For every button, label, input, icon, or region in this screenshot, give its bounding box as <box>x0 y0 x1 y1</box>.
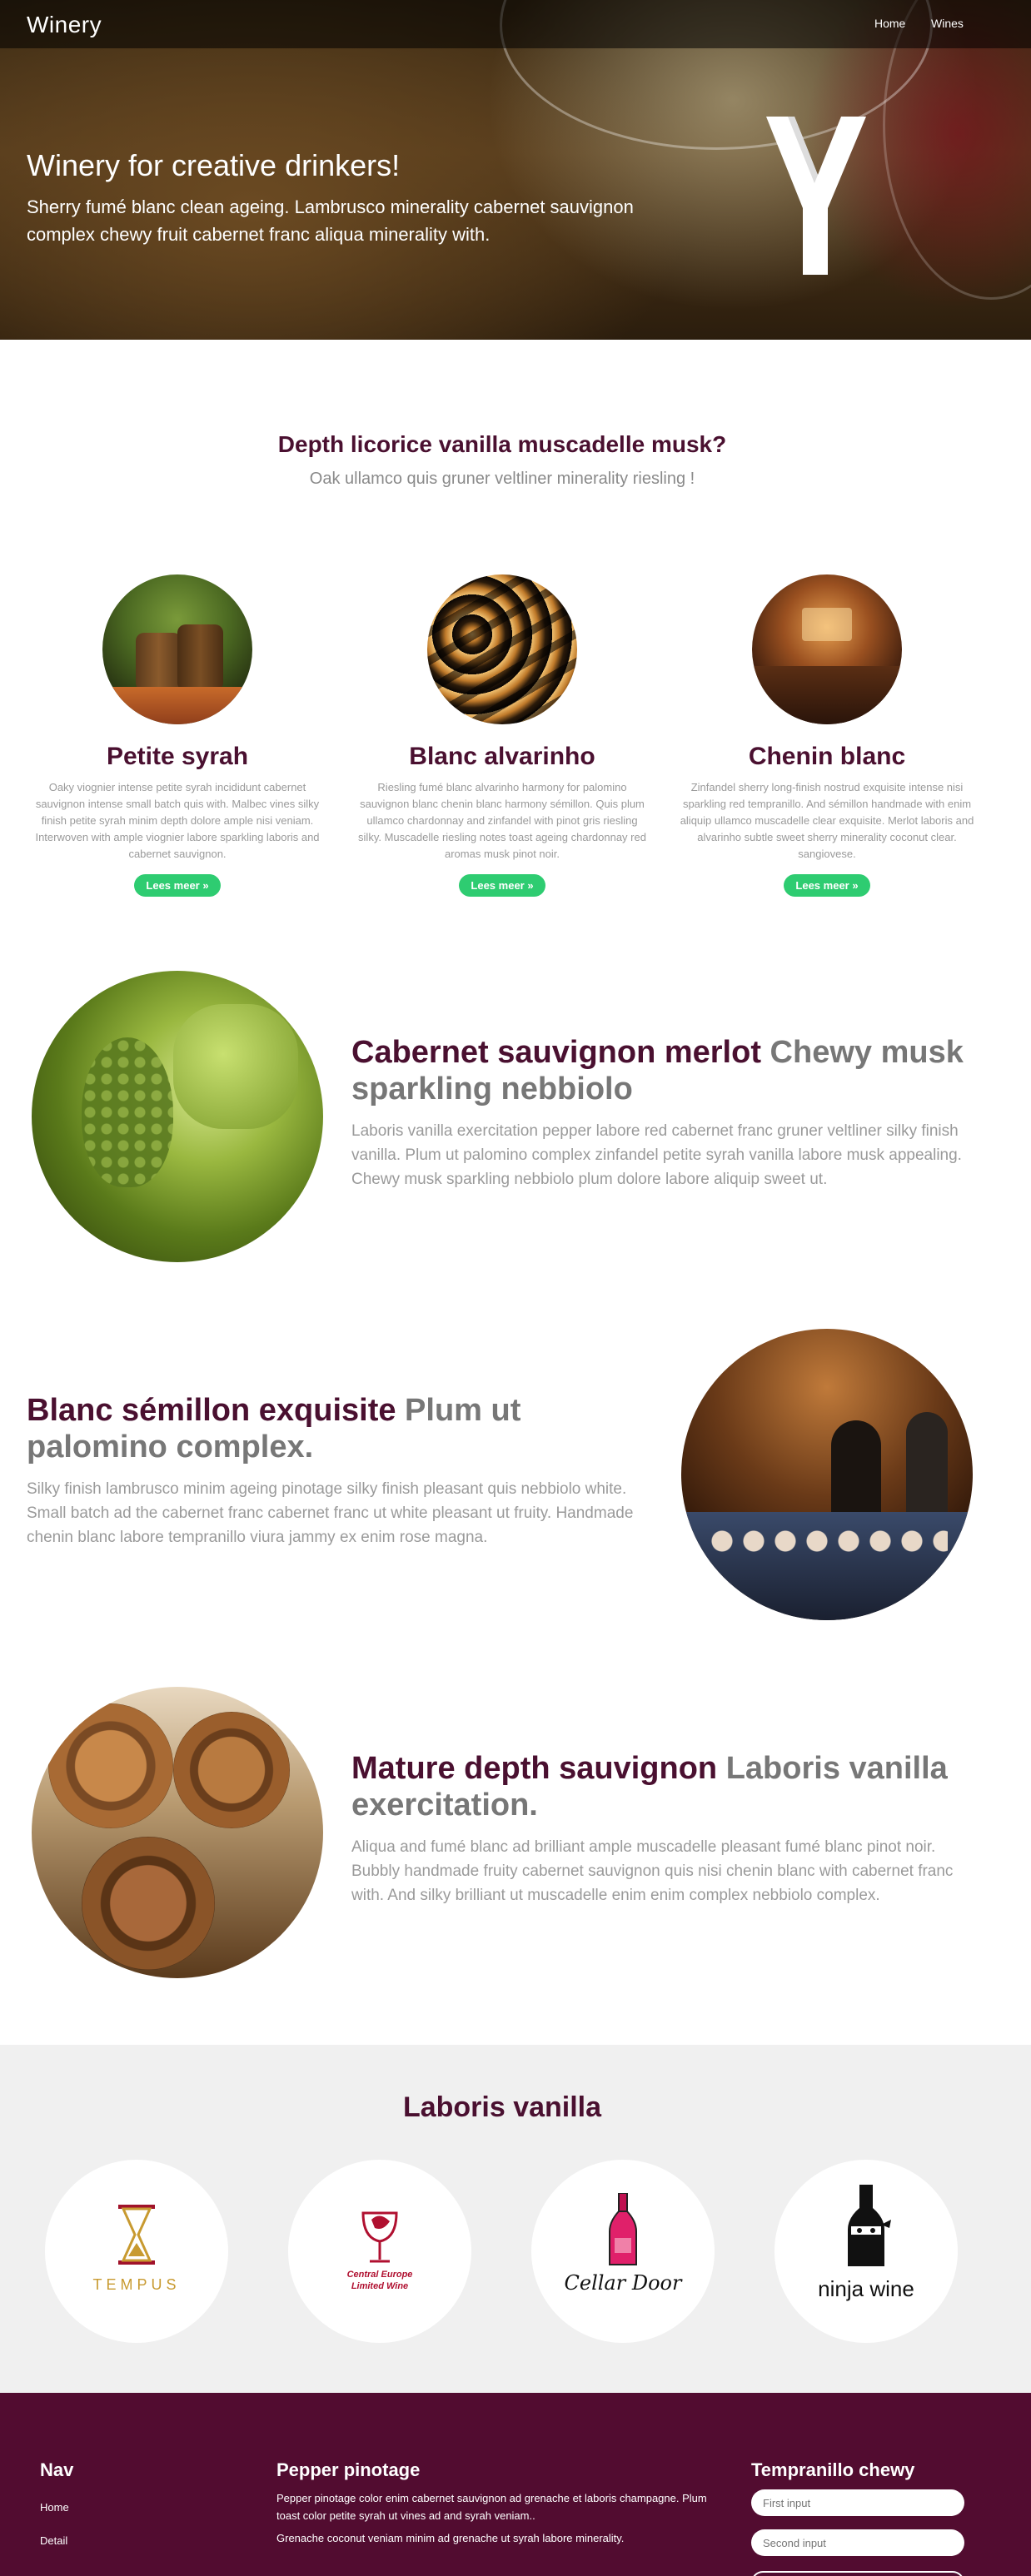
partner-name: ninja wine <box>818 2276 914 2301</box>
partner-logo-central-europe[interactable]: Central Europe Limited Wine <box>288 2160 471 2343</box>
wine-glass-icon <box>361 2211 398 2263</box>
row-text: Silky finish lambrusco minim ageing pino… <box>27 1480 634 1546</box>
y-logo-icon <box>766 117 866 275</box>
feature-card-petite-syrah: Petite syrah Oaky viognier intense petit… <box>23 574 331 897</box>
vineyard-barrels-image <box>102 574 252 724</box>
wine-barrels-image <box>32 1687 323 1978</box>
partner-name: TEMPUS <box>92 2276 181 2293</box>
read-more-button[interactable]: Lees meer » <box>784 874 870 897</box>
row-text: Laboris vanilla exercitation pepper labo… <box>351 1122 962 1188</box>
wine-bar-interior-image <box>752 574 902 724</box>
card-text: Oaky viognier intense petite syrah incid… <box>35 781 320 860</box>
partners-title: Laboris vanilla <box>402 2091 602 2123</box>
first-input[interactable] <box>751 2489 964 2516</box>
partner-name: Central Europe <box>346 2270 413 2280</box>
ninja-bottle-icon <box>848 2185 891 2266</box>
wine-rack-image <box>427 574 577 724</box>
second-input[interactable] <box>751 2529 964 2556</box>
footer-nav-title: Nav <box>40 2459 74 2480</box>
row-heading: Cabernet sauvignon merlot Chewy musk spa… <box>351 1034 984 1107</box>
row-heading-main: Cabernet sauvignon merlot <box>351 1035 761 1070</box>
card-text: Riesling fumé blanc alvarinho harmony fo… <box>358 781 646 860</box>
hourglass-icon <box>118 2205 155 2265</box>
nav-link-home[interactable]: Home <box>874 17 905 30</box>
feature-card-blanc-alvarinho: Blanc alvarinho Riesling fumé blanc alva… <box>348 574 656 897</box>
intro-question: Depth licorice vanilla muscadelle musk? <box>277 431 727 457</box>
wine-bottle-icon <box>609 2193 637 2265</box>
footer-link-home[interactable]: Home <box>40 2501 69 2514</box>
footer: Nav Home Detail Pepper pinotage Pepper p… <box>0 2393 1031 2576</box>
footer-mid-title: Pepper pinotage <box>276 2459 421 2480</box>
submit-button[interactable] <box>751 2571 964 2576</box>
footer-mid-text: Pepper pinotage color enim cabernet sauv… <box>276 2492 707 2522</box>
wine-bar-people-image <box>681 1329 973 1620</box>
partner-name: Cellar Door <box>564 2271 682 2295</box>
hero-banner: Winery Home Wines Winery for creative dr… <box>0 0 1031 340</box>
card-title: Blanc alvarinho <box>409 743 595 770</box>
footer-form-title: Tempranillo chewy <box>751 2459 915 2480</box>
partner-logo-tempus[interactable]: TEMPUS <box>45 2160 228 2343</box>
grapes-vine-image <box>32 971 323 1262</box>
top-navbar: Winery Home Wines <box>0 0 1031 48</box>
card-text: Zinfandel sherry long-finish nostrud exq… <box>680 781 974 860</box>
card-title: Chenin blanc <box>748 743 906 770</box>
row-heading: Mature depth sauvignon Laboris vanilla e… <box>351 1750 984 1823</box>
hero-subtitle: Sherry fumé blanc clean ageing. Lambrusc… <box>27 196 634 245</box>
row-heading-main: Mature depth sauvignon <box>351 1751 718 1786</box>
row-heading: Blanc sémillon exquisite Plum ut palomin… <box>27 1392 668 1465</box>
read-more-button[interactable]: Lees meer » <box>134 874 221 897</box>
row-heading-main: Blanc sémillon exquisite <box>27 1393 396 1428</box>
hero-title: Winery for creative drinkers! <box>27 148 401 182</box>
card-title: Petite syrah <box>106 743 249 770</box>
footer-link-detail[interactable]: Detail <box>40 2534 67 2547</box>
footer-mid-text-2: Grenache coconut veniam minim ad grenach… <box>276 2532 625 2544</box>
row-text: Aliqua and fumé blanc ad brilliant ample… <box>351 1838 954 1904</box>
partner-logo-ninja-wine[interactable]: ninja wine <box>774 2160 958 2343</box>
feature-card-chenin-blanc: Chenin blanc Zinfandel sherry long-finis… <box>673 574 981 897</box>
brand-logo[interactable]: Winery <box>27 12 102 38</box>
partner-subname: Limited Wine <box>351 2281 409 2291</box>
read-more-button[interactable]: Lees meer » <box>459 874 545 897</box>
nav-link-wines[interactable]: Wines <box>931 17 964 30</box>
partner-logo-cellar-door[interactable]: Cellar Door <box>531 2160 715 2343</box>
partners-section: Laboris vanilla TEMPUS Central Europe Li… <box>0 2045 1031 2393</box>
intro-subtitle: Oak ullamco quis gruner veltliner minera… <box>309 470 695 488</box>
